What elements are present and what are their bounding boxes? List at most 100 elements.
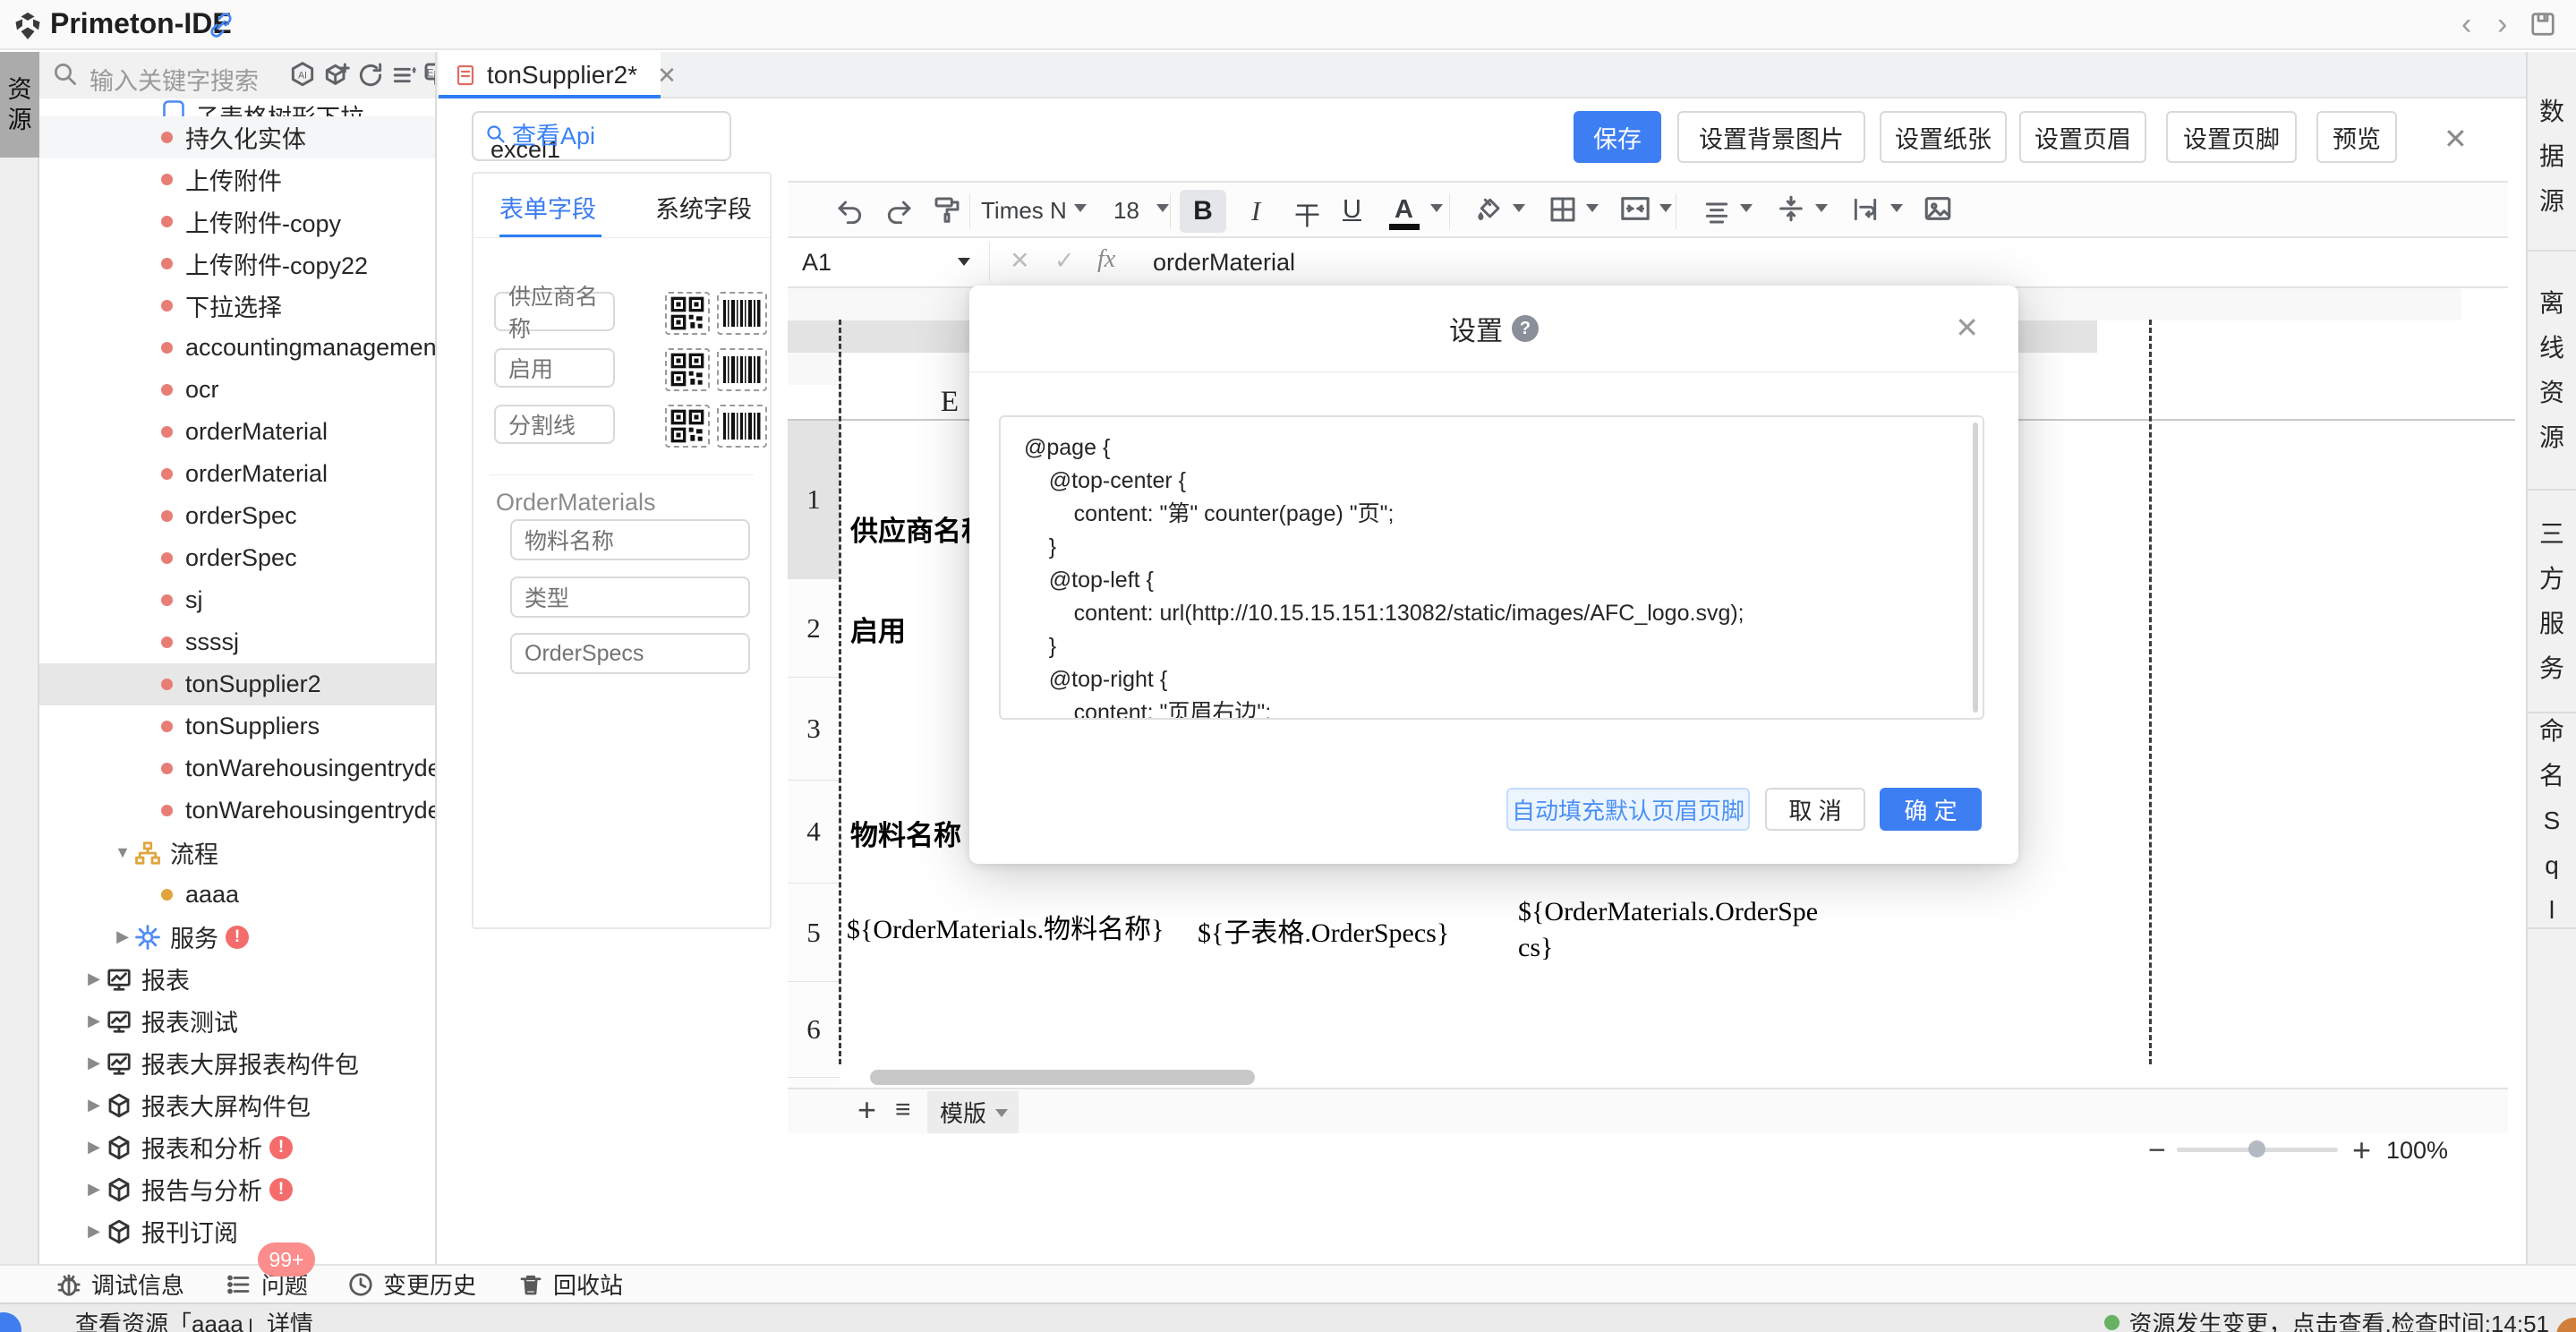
tree-item-sj[interactable]: sj — [39, 579, 435, 621]
formula-cancel-icon[interactable]: ✕ — [1010, 247, 1030, 275]
bottom-tool-变更历史[interactable]: 变更历史 — [347, 1266, 476, 1302]
tree-item-orderSpec[interactable]: orderSpec — [39, 495, 435, 537]
barcode-icon[interactable] — [717, 348, 767, 391]
translate-icon[interactable]: En文 — [422, 61, 437, 90]
row-header-1[interactable]: 1 — [788, 421, 840, 579]
qr-code-icon[interactable] — [665, 348, 710, 391]
expanded-arrow-icon[interactable]: ▼ — [111, 843, 134, 862]
tree-item-ocr[interactable]: ocr — [39, 369, 435, 411]
cell-C6[interactable]: ${OrderMaterials.OrderSpecs} — [1518, 882, 1828, 978]
action-button-设置纸张[interactable]: 设置纸张 — [1880, 111, 2007, 163]
collapse-list-icon[interactable] — [390, 61, 419, 90]
undo-icon[interactable] — [836, 195, 865, 224]
grid-corner[interactable] — [788, 353, 841, 385]
field-chip-供应商名称[interactable]: 供应商名称 — [494, 292, 615, 331]
cell-A6[interactable]: ${OrderMaterials.物料名称} — [847, 882, 1185, 978]
tree-item-orderMaterial[interactable]: orderMaterial — [39, 453, 435, 495]
tree-item-ssssj[interactable]: ssssj — [39, 621, 435, 663]
zoom-slider-thumb[interactable] — [2248, 1140, 2265, 1157]
text-wrap-caret-icon[interactable] — [1890, 204, 1903, 212]
page-css-editor[interactable]: @page { @top-center { content: "第" count… — [999, 415, 1984, 720]
bottom-tool-调试信息[interactable]: 调试信息 — [55, 1266, 184, 1302]
tree-item-报告与分析[interactable]: ▶报告与分析! — [39, 1168, 435, 1210]
collapsed-arrow-icon[interactable]: ▶ — [82, 1096, 106, 1114]
nav-forward-icon[interactable]: › — [2497, 7, 2507, 42]
merge-caret-icon[interactable] — [1659, 204, 1672, 212]
collapsed-arrow-icon[interactable]: ▶ — [111, 927, 134, 946]
row-header-2[interactable]: 2 — [788, 579, 840, 678]
page-css-code[interactable]: @page { @top-center { content: "第" count… — [1024, 431, 1744, 720]
barcode-icon[interactable] — [717, 292, 767, 335]
paint-format-icon[interactable] — [933, 195, 961, 224]
help-icon[interactable]: ? — [1512, 315, 1539, 342]
font-color-button[interactable]: A — [1395, 195, 1413, 225]
action-button-设置页脚[interactable]: 设置页脚 — [2166, 111, 2297, 163]
font-size-select[interactable]: 18 — [1113, 197, 1139, 225]
right-tab-命名Sql[interactable]: 命名Sql — [2528, 713, 2576, 929]
save-file-icon[interactable] — [2529, 11, 2556, 38]
zoom-out-icon[interactable]: − — [2148, 1133, 2166, 1168]
insert-image-icon[interactable] — [1923, 193, 1953, 224]
tree-item-上传附件-copy22[interactable]: 上传附件-copy22 — [39, 243, 435, 285]
row-header-5[interactable]: 5 — [788, 884, 840, 982]
right-tab-数据源[interactable]: 数据源 — [2528, 63, 2576, 252]
sidebar-tab-resources[interactable]: 资源 — [0, 52, 39, 158]
tree-item-报表[interactable]: ▶报表 — [39, 958, 435, 1000]
tree-item-accountingmanagementAccountb[interactable]: accountingmanagementAccountb — [39, 327, 435, 369]
cell-ref-caret-icon[interactable] — [958, 258, 970, 266]
collapsed-arrow-icon[interactable]: ▶ — [82, 1222, 106, 1241]
collapsed-arrow-icon[interactable]: ▶ — [82, 1180, 106, 1199]
merge-cells-icon[interactable] — [1620, 193, 1651, 224]
tree-item-服务[interactable]: ▶服务! — [39, 916, 435, 958]
tree-item-下拉选择[interactable]: 下拉选择 — [39, 285, 435, 327]
tree-item-tonSupplier2[interactable]: tonSupplier2 — [39, 663, 435, 705]
tree-item-报表测试[interactable]: ▶报表测试 — [39, 1000, 435, 1042]
vertical-align-caret-icon[interactable] — [1815, 204, 1828, 212]
tree-item-流程[interactable]: ▼流程 — [39, 832, 435, 874]
tree-item-持久化实体[interactable]: 持久化实体 — [39, 116, 435, 158]
confirm-button[interactable]: 确 定 — [1880, 788, 1982, 831]
field-chip-分割线[interactable]: 分割线 — [494, 405, 615, 444]
collapsed-arrow-icon[interactable]: ▶ — [82, 1054, 106, 1072]
search-input[interactable]: 输入关键字搜索 — [90, 62, 259, 97]
collapsed-arrow-icon[interactable]: ▶ — [82, 1012, 106, 1030]
zoom-in-icon[interactable]: + — [2352, 1131, 2371, 1169]
tree-item-orderSpec[interactable]: orderSpec — [39, 537, 435, 579]
row-header-3[interactable]: 3 — [788, 678, 840, 781]
font-color-caret-icon[interactable] — [1430, 204, 1443, 212]
tree-item-报刊订阅[interactable]: ▶报刊订阅 — [39, 1210, 435, 1252]
italic-button[interactable]: I — [1251, 195, 1260, 227]
formula-confirm-icon[interactable]: ✓ — [1054, 247, 1075, 275]
row-header-6[interactable]: 6 — [788, 982, 840, 1078]
add-sheet-icon[interactable]: + — [857, 1091, 876, 1129]
bottom-tool-回收站[interactable]: 回收站 — [517, 1266, 623, 1302]
dialog-close-icon[interactable]: ✕ — [1955, 311, 1979, 345]
action-button-预览[interactable]: 预览 — [2316, 111, 2397, 163]
borders-caret-icon[interactable] — [1586, 204, 1599, 212]
row-header-4[interactable]: 4 — [788, 781, 840, 884]
tree-item-tonWarehousingentrydetails[interactable]: tonWarehousingentrydetails — [39, 747, 435, 790]
tab-tonsupplier2[interactable]: tonSupplier2* ✕ — [439, 52, 661, 98]
underline-button[interactable]: U — [1343, 195, 1361, 225]
field-chip-启用[interactable]: 启用 — [494, 348, 615, 388]
refresh-icon[interactable] — [356, 61, 385, 90]
cell-B6[interactable]: ${子表格.OrderSpecs} — [1198, 882, 1509, 978]
tab-close-icon[interactable]: ✕ — [657, 62, 677, 90]
tree-item-tonSuppliers[interactable]: tonSuppliers — [39, 705, 435, 747]
qr-code-icon[interactable] — [665, 405, 710, 448]
sheet-tab-caret-icon[interactable] — [995, 1109, 1008, 1117]
autofill-header-footer-button[interactable]: 自动填充默认页眉页脚 — [1506, 788, 1750, 831]
ai-icon[interactable]: AI — [288, 61, 317, 90]
right-tab-离线资源[interactable]: 离线资源 — [2528, 252, 2576, 491]
text-wrap-icon[interactable] — [1851, 195, 1880, 224]
view-api-link[interactable]: 查看Api — [485, 116, 595, 151]
save-button[interactable]: 保存 — [1574, 111, 1661, 163]
editor-close-icon[interactable]: ✕ — [2444, 122, 2468, 156]
tree-item-子表格树形下拉[interactable]: 子表格树形下拉 — [39, 100, 435, 116]
action-button-设置背景图片[interactable]: 设置背景图片 — [1677, 111, 1865, 163]
code-scrollbar[interactable] — [1973, 423, 1978, 713]
collapsed-arrow-icon[interactable]: ▶ — [82, 1138, 106, 1157]
horizontal-align-icon[interactable] — [1702, 197, 1731, 226]
tree-item-上传附件-copy[interactable]: 上传附件-copy — [39, 201, 435, 243]
strikethrough-button[interactable]: 干 — [1294, 195, 1320, 233]
